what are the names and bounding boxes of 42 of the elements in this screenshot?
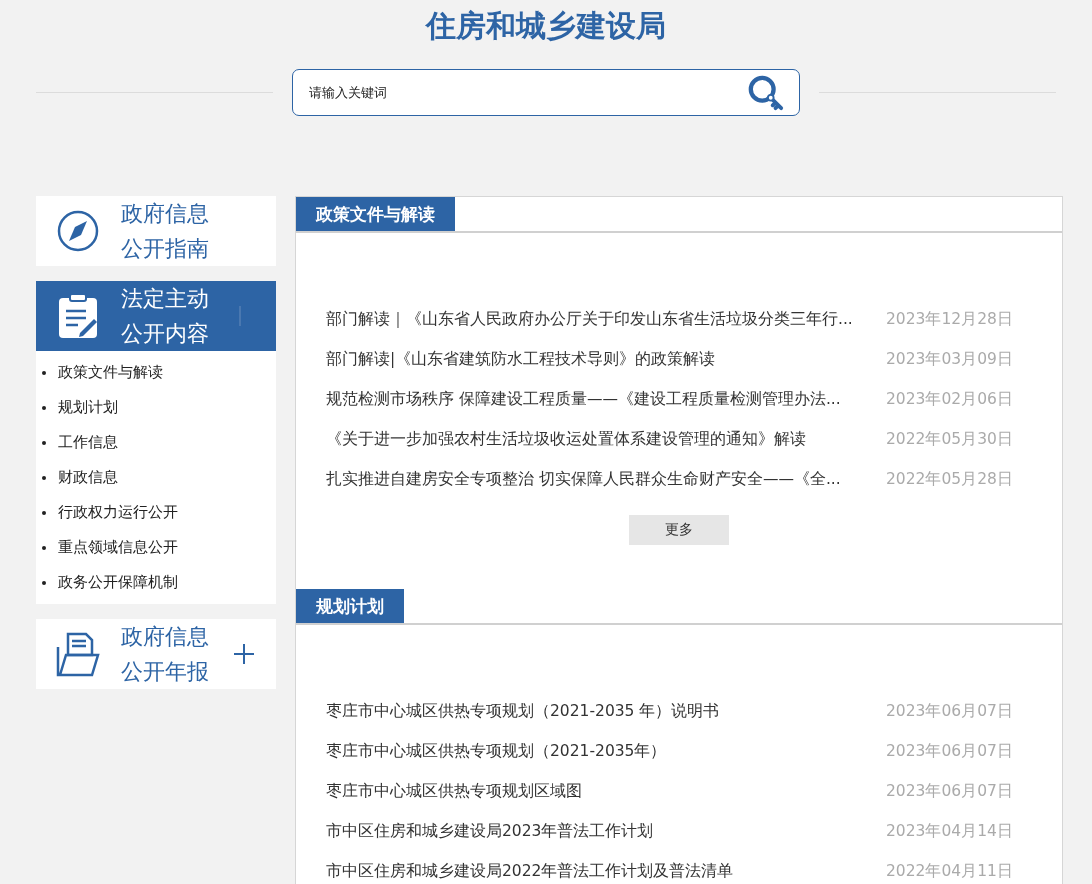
article-link[interactable]: 扎实推进自建房安全专项整治 切实保障人民群众生命财产安全——《全... bbox=[326, 468, 886, 490]
section-heading: 规划计划 bbox=[296, 589, 404, 623]
submenu-link[interactable]: 规划计划 bbox=[36, 390, 276, 425]
article-date: 2023年06月07日 bbox=[886, 740, 1013, 762]
article-date: 2022年04月11日 bbox=[886, 860, 1013, 882]
submenu-link[interactable]: 重点领域信息公开 bbox=[36, 530, 276, 565]
article-link[interactable]: 《关于进一步加强农村生活垃圾收运处置体系建设管理的通知》解读 bbox=[326, 428, 886, 450]
folder-document-icon bbox=[56, 631, 100, 677]
submenu-link[interactable]: 政策文件与解读 bbox=[36, 355, 276, 390]
submenu-link[interactable]: 行政权力运行公开 bbox=[36, 495, 276, 530]
article-date: 2023年12月28日 bbox=[886, 308, 1013, 330]
article-link[interactable]: 部门解读｜《山东省人民政府办公厅关于印发山东省生活垃圾分类三年行... bbox=[326, 308, 886, 330]
sidebar-panel[interactable]: 政府信息 公开指南 bbox=[36, 196, 276, 266]
expand-icon[interactable] bbox=[233, 643, 255, 665]
sidebar-panel[interactable]: 法定主动 公开内容 bbox=[36, 281, 276, 351]
article-date: 2022年05月30日 bbox=[886, 428, 1013, 450]
article-date: 2023年06月07日 bbox=[886, 780, 1013, 802]
sidebar-panel[interactable]: 政府信息 公开年报 bbox=[36, 619, 276, 689]
article-date: 2023年04月14日 bbox=[886, 820, 1013, 842]
article-date: 2022年05月28日 bbox=[886, 468, 1013, 490]
article-link[interactable]: 市中区住房和城乡建设局2023年普法工作计划 bbox=[326, 820, 886, 842]
site-title: 住房和城乡建设局 bbox=[424, 7, 667, 45]
article-date: 2023年06月07日 bbox=[886, 700, 1013, 722]
article-link[interactable]: 市中区住房和城乡建设局2022年普法工作计划及普法清单 bbox=[326, 860, 886, 882]
panel-label: 政府信息 公开指南 bbox=[121, 200, 209, 263]
clipboard-pencil-icon bbox=[56, 293, 100, 339]
article-date: 2023年02月06日 bbox=[886, 388, 1013, 410]
article-link[interactable]: 规范检测市场秩序 保障建设工程质量——《建设工程质量检测管理办法... bbox=[326, 388, 886, 410]
section-heading: 政策文件与解读 bbox=[296, 197, 455, 231]
article-link[interactable]: 枣庄市中心城区供热专项规划区域图 bbox=[326, 780, 886, 802]
panel-label: 政府信息 公开年报 bbox=[121, 623, 209, 686]
submenu-link[interactable]: 财政信息 bbox=[36, 460, 276, 495]
submenu-link[interactable]: 工作信息 bbox=[36, 425, 276, 460]
panel-label: 法定主动 公开内容 bbox=[121, 285, 209, 348]
article-link[interactable]: 部门解读|《山东省建筑防水工程技术导则》的政策解读 bbox=[326, 348, 886, 370]
search-icon[interactable] bbox=[747, 73, 785, 112]
article-link[interactable]: 枣庄市中心城区供热专项规划（2021-2035年） bbox=[326, 740, 886, 762]
more-button[interactable]: 更多 bbox=[629, 515, 729, 545]
submenu-link[interactable]: 政务公开保障机制 bbox=[36, 565, 276, 600]
article-link[interactable]: 枣庄市中心城区供热专项规划（2021-2035 年）说明书 bbox=[326, 700, 886, 722]
article-date: 2023年03月09日 bbox=[886, 348, 1013, 370]
compass-icon bbox=[56, 209, 100, 253]
